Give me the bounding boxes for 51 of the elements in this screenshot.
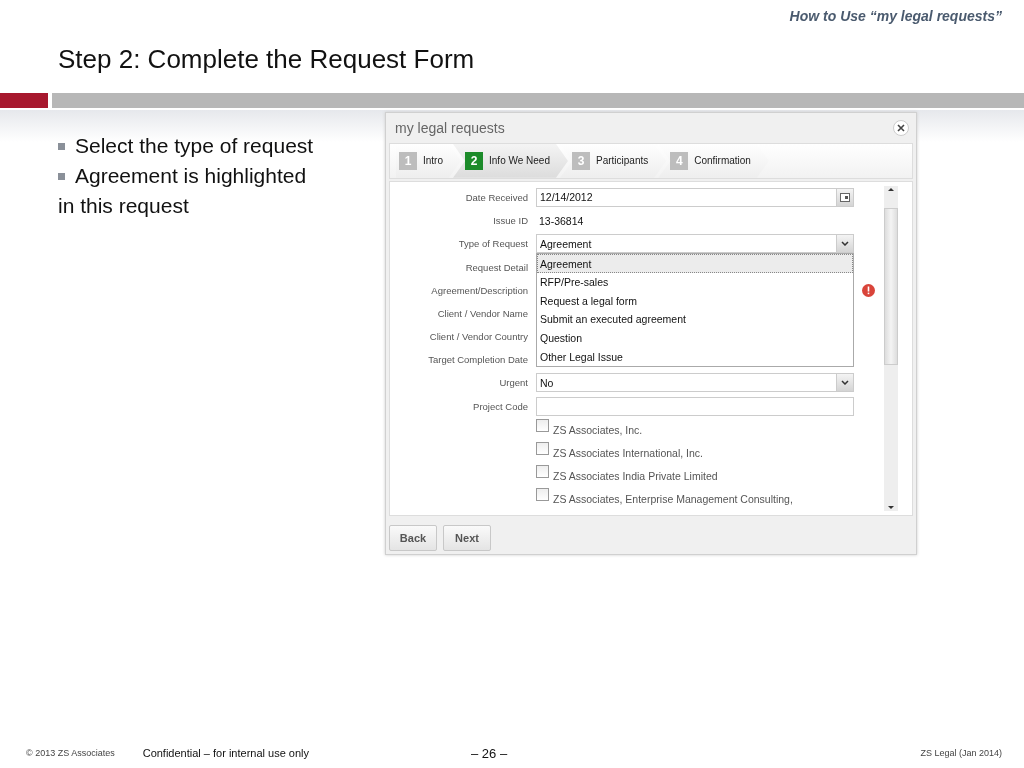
back-button[interactable]: Back bbox=[389, 525, 437, 551]
wizard-step[interactable]: 2 Info We Need bbox=[453, 143, 568, 178]
checkbox-label: ZS Associates, Inc. bbox=[553, 423, 643, 436]
field-label: Date Received bbox=[464, 191, 528, 203]
field-label: Request Detail bbox=[464, 261, 528, 273]
dropdown-option[interactable]: Question bbox=[537, 328, 853, 348]
select-field[interactable]: No bbox=[536, 373, 854, 393]
scroll-up-icon[interactable] bbox=[887, 185, 895, 194]
bullet-text: Agreement is highlighted bbox=[75, 164, 307, 188]
field-label: Client / Vendor Name bbox=[436, 307, 528, 319]
next-button[interactable]: Next bbox=[443, 525, 491, 551]
dropdown-option[interactable]: RFP/Pre-sales bbox=[537, 272, 853, 292]
field-label: Client / Vendor Country bbox=[428, 331, 528, 343]
calendar-icon[interactable] bbox=[836, 188, 853, 206]
checkbox[interactable] bbox=[536, 465, 549, 479]
bullet-icon bbox=[58, 172, 65, 180]
dropdown-option[interactable]: Submit an executed agreement bbox=[537, 310, 853, 329]
checkbox-label: ZS Associates India Private Limited bbox=[553, 470, 718, 483]
dropdown-option[interactable]: Agreement bbox=[537, 254, 853, 273]
dialog-title: my legal requests bbox=[395, 119, 505, 136]
confidentiality-note: Confidential – for internal use only bbox=[142, 747, 309, 759]
caret-icon[interactable] bbox=[836, 235, 853, 253]
field-label: Target Completion Date bbox=[427, 354, 528, 366]
input-field[interactable] bbox=[536, 396, 854, 416]
checkbox[interactable] bbox=[536, 441, 549, 455]
bullet-text: Select the type of request bbox=[75, 134, 314, 158]
close-icon[interactable] bbox=[893, 119, 909, 136]
version-label: ZS Legal (Jan 2014) bbox=[920, 748, 1002, 758]
checkbox[interactable] bbox=[536, 488, 549, 502]
checkbox-label: ZS Associates, Enterprise Management Consulting, bbox=[553, 493, 793, 506]
field-label: Agreement/Description bbox=[430, 284, 528, 296]
scrollbar[interactable] bbox=[884, 185, 898, 511]
checkbox-label: ZS Associates International, Inc. bbox=[553, 446, 703, 459]
dropdown-option[interactable]: Other Legal Issue bbox=[537, 347, 853, 366]
bullet-text: in this request bbox=[58, 194, 189, 218]
page-number: – 26 – bbox=[471, 745, 508, 761]
checkbox[interactable] bbox=[536, 418, 549, 432]
field-label: Urgent bbox=[498, 377, 528, 389]
copyright: © 2013 ZS Associates bbox=[26, 748, 115, 758]
caret-icon[interactable] bbox=[836, 374, 853, 392]
date-field[interactable]: 12/14/2012 bbox=[536, 187, 854, 207]
title-rule-accent bbox=[0, 93, 48, 108]
field-label: Issue ID bbox=[492, 215, 528, 227]
issue-id-value: 13-36814 bbox=[538, 214, 585, 227]
scroll-down-icon[interactable] bbox=[887, 503, 895, 511]
bullet-icon bbox=[58, 142, 65, 150]
slide-title: Step 2: Complete the Request Form bbox=[58, 44, 476, 75]
dropdown-option[interactable]: Request a legal form bbox=[537, 291, 853, 311]
section-title: How to Use “my legal requests” bbox=[789, 8, 1002, 24]
field-label: Project Code bbox=[472, 400, 528, 412]
field-label: Type of Request bbox=[457, 238, 528, 250]
